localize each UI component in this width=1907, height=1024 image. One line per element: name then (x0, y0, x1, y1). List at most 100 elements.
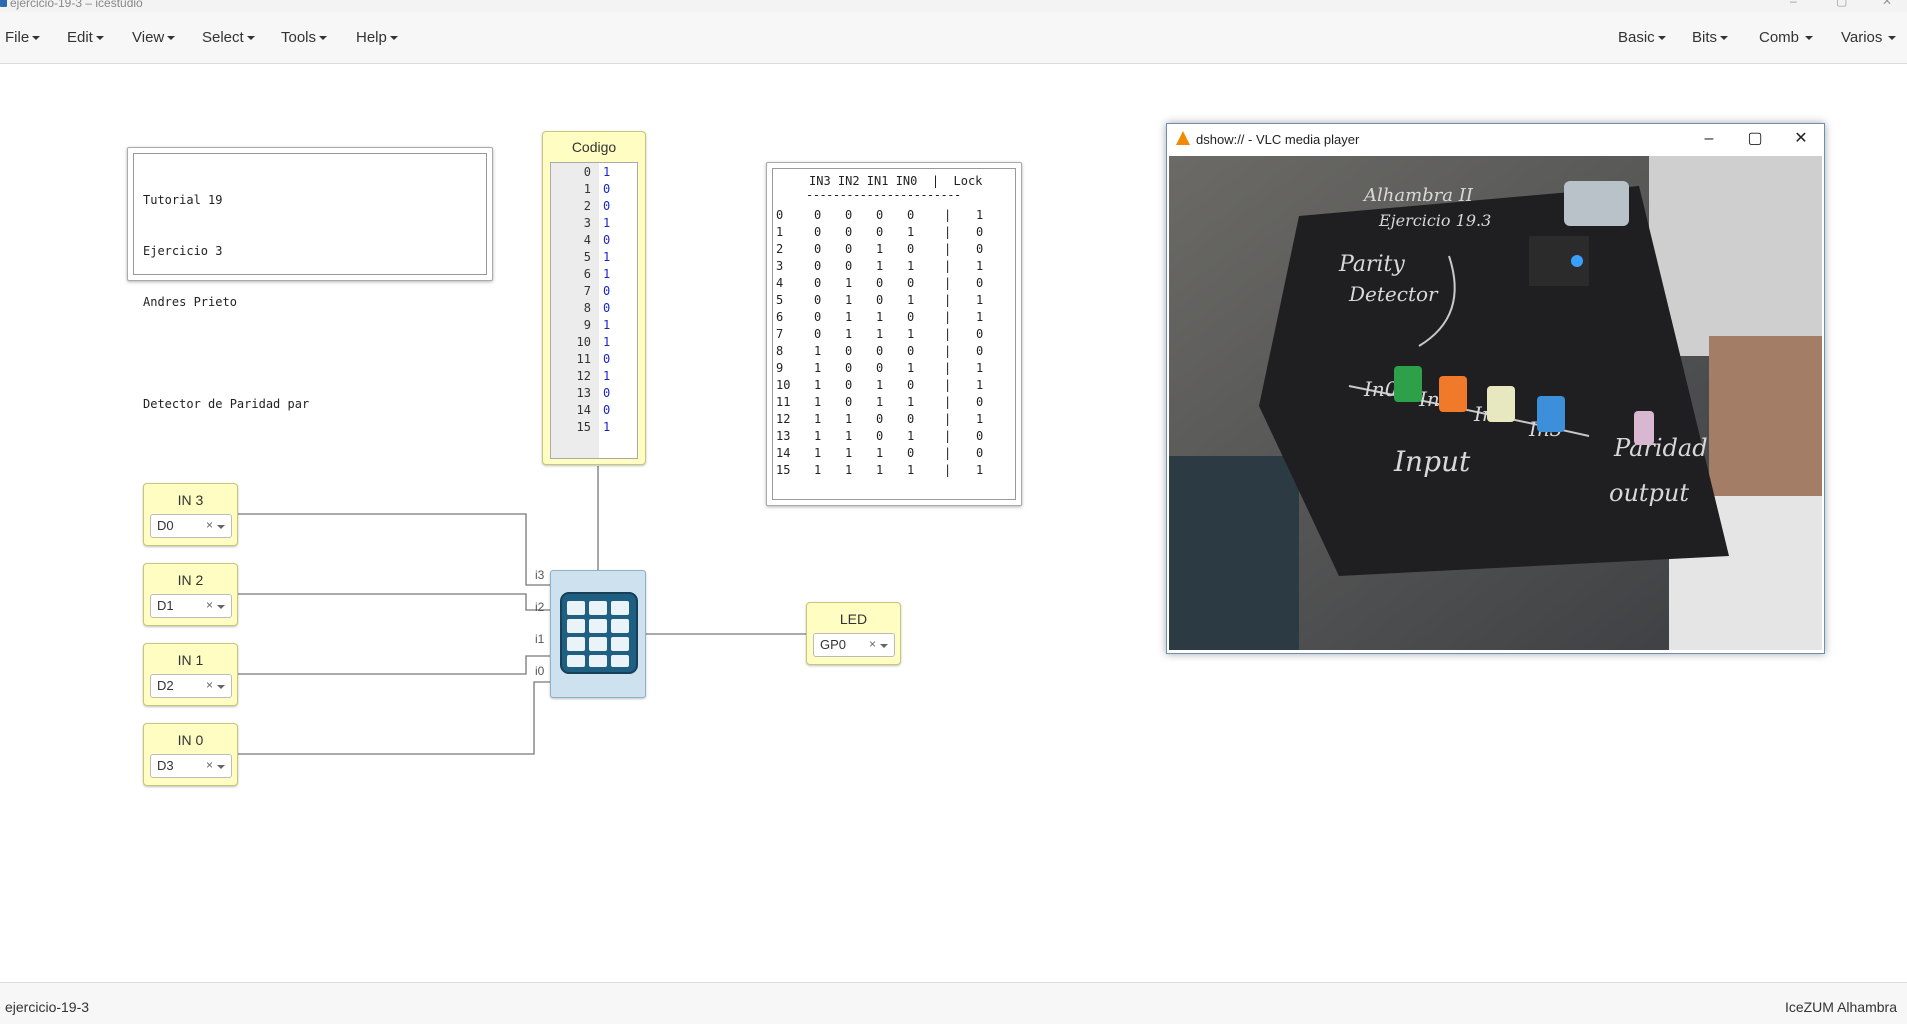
menu-bits[interactable]: Bits (1692, 29, 1729, 46)
input-bit: 1 (845, 446, 853, 460)
truth-table-row: 7 0 1 1 1 0 | (776, 326, 1006, 343)
menu-select[interactable]: Select (202, 29, 255, 46)
bit-value: 1 (603, 420, 611, 434)
row-index: 8 (776, 344, 784, 358)
input-bit: 1 (845, 310, 853, 324)
comment-line: Detector de Paridad par (143, 397, 310, 411)
menu-varios-label: Varios (1841, 29, 1883, 46)
menu-edit[interactable]: Edit (67, 29, 104, 46)
comment-textarea[interactable]: Tutorial 19 Ejercicio 3 Andres Prieto De… (133, 153, 487, 411)
line-number: 9 (583, 318, 591, 332)
menu-comb[interactable]: Comb (1759, 29, 1814, 46)
line-number: 3 (583, 216, 591, 230)
column-separator: | (944, 412, 952, 426)
vlc-close-button[interactable]: ✕ (1783, 128, 1819, 150)
input-block-in1[interactable]: IN 1 D2 × (143, 643, 238, 706)
output-block-led[interactable]: LED GP0 × (806, 602, 901, 665)
board-text: output (1609, 479, 1689, 507)
table-logic-block[interactable] (550, 570, 646, 698)
input-bit: 1 (907, 395, 915, 409)
truth-table-row: 15 1 1 1 1 1 | (776, 462, 1006, 479)
menu-view[interactable]: View (132, 29, 176, 46)
truth-table-row: 10 1 0 1 0 1 | (776, 377, 1006, 394)
column-separator: | (944, 378, 952, 392)
board-text: Parity (1338, 252, 1405, 277)
truth-table-row: 5 0 1 0 1 1 | (776, 292, 1006, 309)
chevron-down-icon[interactable] (217, 685, 225, 689)
lock-value: 1 (976, 378, 984, 392)
input-block-in0[interactable]: IN 0 D3 × (143, 723, 238, 786)
board-name[interactable]: IceZUM Alhambra (1785, 999, 1897, 1015)
clear-icon[interactable]: × (206, 758, 213, 772)
row-index: 4 (776, 276, 784, 290)
board-text: Alhambra II (1362, 185, 1474, 206)
input-bit: 1 (814, 395, 822, 409)
input-bit: 1 (814, 361, 822, 375)
clear-icon[interactable]: × (206, 678, 213, 692)
clear-icon[interactable]: × (869, 637, 876, 651)
vlc-minimize-button[interactable]: – (1691, 128, 1727, 150)
line-number: 0 (583, 165, 591, 179)
menu-tools[interactable]: Tools (281, 29, 328, 46)
code-line: 91 (551, 317, 637, 334)
menu-help[interactable]: Help (356, 29, 398, 46)
pin-select[interactable]: D1 × (150, 594, 232, 618)
codigo-block[interactable]: Codigo 0 1 1 0 2 0 3 1 4 0 5 1 6 1 7 0 8 0 9 1 10 1 11 0 12 1 13 0 1… (542, 131, 646, 465)
close-button[interactable]: ✕ (1882, 0, 1892, 8)
clear-icon[interactable]: × (206, 598, 213, 612)
vlc-video-frame[interactable]: Alhambra II Ejercicio 19.3 Parity Detect… (1169, 156, 1822, 650)
input-bit: 0 (845, 361, 853, 375)
column-separator: | (944, 344, 952, 358)
code-line: 15 1 (551, 419, 637, 436)
chevron-down-icon[interactable] (217, 525, 225, 529)
lock-value: 0 (976, 276, 984, 290)
menu-comb-label: Comb (1759, 29, 1800, 46)
input-bit: 0 (814, 327, 822, 341)
pin-select[interactable]: D0 × (150, 514, 232, 538)
truth-table-block[interactable]: IN3 IN2 IN1 IN0 | Lock -----------------… (766, 162, 1022, 506)
menu-basic[interactable]: Basic (1618, 29, 1666, 46)
code-line: 70 (551, 283, 637, 300)
input-bit: 0 (876, 225, 884, 239)
menu-varios[interactable]: Varios (1841, 29, 1897, 46)
line-number: 15 (576, 420, 591, 434)
vlc-maximize-button[interactable]: ▢ (1737, 128, 1773, 150)
row-index: 0 (776, 208, 784, 222)
lock-value: 1 (976, 208, 984, 222)
board-text: In0 (1363, 377, 1398, 401)
line-number: 6 (583, 267, 591, 281)
input-bit: 0 (907, 208, 915, 222)
maximize-button[interactable]: ▢ (1836, 0, 1847, 8)
clear-icon[interactable]: × (206, 518, 213, 532)
table-grid-icon (560, 592, 638, 674)
input-bit: 1 (907, 327, 915, 341)
app-logo-icon (0, 0, 7, 7)
minimize-button[interactable]: – (1790, 0, 1797, 8)
column-separator: | (944, 242, 952, 256)
pin-select[interactable]: D3 × (150, 754, 232, 778)
pin-select[interactable]: D2 × (150, 674, 232, 698)
bit-value: 0 (603, 284, 611, 298)
truth-table-row: 14 1 1 1 0 0 | (776, 445, 1006, 462)
pin-select[interactable]: GP0 × (813, 633, 895, 657)
menu-file[interactable]: File (5, 29, 41, 46)
vlc-window[interactable]: dshow:// - VLC media player – ▢ ✕ Alhamb… (1166, 123, 1825, 654)
chevron-down-icon[interactable] (217, 765, 225, 769)
code-line: 20 (551, 198, 637, 215)
truth-table-textarea[interactable]: IN3 IN2 IN1 IN0 | Lock -----------------… (772, 168, 1016, 500)
input-block-in2[interactable]: IN 2 D1 × (143, 563, 238, 626)
codigo-editor[interactable]: 0 1 1 0 2 0 3 1 4 0 5 1 6 1 7 0 8 0 9 1 10 1 11 0 12 1 13 0 14 0 15 1 (550, 162, 638, 459)
lock-value: 0 (976, 327, 984, 341)
column-separator: | (944, 259, 952, 273)
chevron-down-icon[interactable] (217, 605, 225, 609)
vlc-titlebar[interactable]: dshow:// - VLC media player – ▢ ✕ (1167, 124, 1824, 155)
comment-block[interactable]: Tutorial 19 Ejercicio 3 Andres Prieto De… (127, 147, 493, 411)
bit-value: 0 (603, 352, 611, 366)
input-bit: 1 (907, 361, 915, 375)
code-line: 80 (551, 300, 637, 317)
board-text: Input (1393, 445, 1471, 478)
input-bit: 0 (845, 344, 853, 358)
chevron-down-icon[interactable] (880, 644, 888, 648)
input-block-in3[interactable]: IN 3 D0 × (143, 483, 238, 546)
port-label-i0: i0 (535, 664, 545, 678)
